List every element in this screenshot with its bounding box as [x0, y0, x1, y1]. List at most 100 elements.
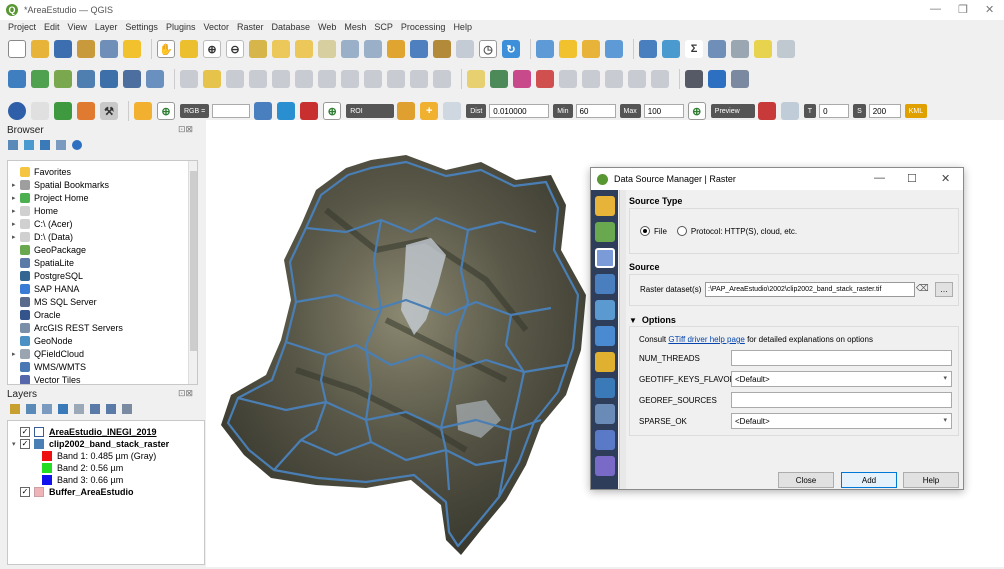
minimize-button[interactable]: — [930, 3, 941, 15]
refresh-browser-icon[interactable] [24, 140, 34, 150]
label-tool-icon[interactable] [467, 70, 485, 88]
show-layout-manager-icon[interactable] [100, 40, 118, 58]
browser-source-icon[interactable] [595, 196, 615, 216]
vector-source-icon[interactable] [595, 222, 615, 242]
manage-map-themes-icon[interactable] [42, 404, 52, 414]
cut-features-icon[interactable] [341, 70, 359, 88]
redo-icon[interactable] [433, 70, 451, 88]
postgresql-source-icon[interactable] [595, 430, 615, 450]
scp-rgb-list-icon[interactable] [134, 102, 152, 120]
scp-zoom-preview-icon[interactable]: ⊕ [687, 102, 706, 120]
browser-item[interactable]: WMS/WMTS [12, 361, 86, 373]
zoom-next-icon[interactable] [364, 40, 382, 58]
point-cloud-source-icon[interactable] [595, 300, 615, 320]
menu-layer[interactable]: Layer [95, 22, 118, 32]
change-label-icon[interactable] [651, 70, 669, 88]
scp-roi-pointer-icon[interactable] [300, 102, 319, 120]
browser-scrollbar[interactable] [188, 161, 197, 384]
expand-all-icon[interactable] [90, 404, 100, 414]
layer-visibility-checkbox[interactable]: ✓ [20, 426, 30, 437]
zoom-native-icon[interactable] [318, 40, 336, 58]
scp-zoom-roi-icon[interactable]: ⊕ [323, 102, 342, 120]
delimited-text-source-icon[interactable] [595, 326, 615, 346]
zoom-in-icon[interactable]: ⊕ [203, 40, 221, 58]
num-threads-input[interactable] [731, 350, 952, 366]
field-calculator-icon[interactable] [605, 40, 623, 58]
new-map-view-icon[interactable] [387, 40, 405, 58]
scp-kml-button[interactable]: KML [904, 104, 928, 118]
layer-labeling-icon[interactable] [490, 70, 508, 88]
collapse-all-icon[interactable] [56, 140, 66, 150]
menu-plugins[interactable]: Plugins [166, 22, 196, 32]
help-icon[interactable] [731, 70, 749, 88]
menu-project[interactable]: Project [8, 22, 36, 32]
properties-icon[interactable] [72, 140, 82, 150]
geotiff-keys-flavor-select[interactable]: <Default> ▾ [731, 371, 952, 387]
scp-contrast-icon[interactable] [254, 102, 273, 120]
scp-tools-icon[interactable]: ⚒ [100, 102, 118, 120]
dialog-minimize-button[interactable]: — [874, 172, 885, 184]
zoom-to-layer-icon[interactable] [295, 40, 313, 58]
raster-dataset-input[interactable]: :\PAP_AreaEstudio\2002\clip2002_band_sta… [705, 282, 915, 297]
scp-preprocessing-icon[interactable] [77, 102, 95, 120]
scp-redo-roi-icon[interactable] [443, 102, 462, 120]
save-project-icon[interactable] [54, 40, 72, 58]
expand-arrow-icon[interactable]: ▸ [12, 181, 20, 189]
text-annotation-icon[interactable] [777, 40, 795, 58]
scp-dock-icon[interactable] [31, 102, 49, 120]
browser-item[interactable]: ArcGIS REST Servers [12, 322, 123, 334]
geopackage-source-icon[interactable] [595, 352, 615, 372]
layer-visibility-checkbox[interactable]: ✓ [20, 438, 30, 449]
add-feature-icon[interactable] [249, 70, 267, 88]
vertex-tool-icon[interactable] [272, 70, 290, 88]
filter-by-expression-icon[interactable] [74, 404, 84, 414]
gps-source-icon[interactable] [595, 378, 615, 398]
add-layer-icon[interactable] [31, 70, 49, 88]
modify-attributes-icon[interactable] [295, 70, 313, 88]
gtiff-help-link[interactable]: GTiff driver help page [668, 335, 744, 344]
delete-selected-icon[interactable] [318, 70, 336, 88]
rotate-label-icon[interactable] [628, 70, 646, 88]
menu-raster[interactable]: Raster [237, 22, 264, 32]
add-spatialite-icon[interactable] [100, 70, 118, 88]
menu-mesh[interactable]: Mesh [344, 22, 366, 32]
menu-processing[interactable]: Processing [401, 22, 446, 32]
expand-arrow-icon[interactable]: ▸ [12, 194, 20, 202]
menu-edit[interactable]: Edit [44, 22, 60, 32]
undo-icon[interactable] [410, 70, 428, 88]
map-tips-icon[interactable] [754, 40, 772, 58]
menu-web[interactable]: Web [318, 22, 336, 32]
mesh-source-icon[interactable] [595, 274, 615, 294]
zoom-last-icon[interactable] [341, 40, 359, 58]
file-radio[interactable] [640, 226, 650, 236]
identify-features-icon[interactable] [536, 40, 554, 58]
current-edits-icon[interactable] [180, 70, 198, 88]
menu-settings[interactable]: Settings [125, 22, 158, 32]
browser-panel-controls-icon[interactable]: ⊡⊠ [178, 124, 193, 135]
digitize-icon[interactable] [8, 70, 26, 88]
open-project-icon[interactable] [31, 40, 49, 58]
pan-map-icon[interactable]: ✋ [157, 40, 175, 58]
menu-vector[interactable]: Vector [203, 22, 229, 32]
menu-help[interactable]: Help [453, 22, 472, 32]
help-button[interactable]: Help [903, 472, 959, 488]
remove-layer-icon[interactable] [122, 404, 132, 414]
new-print-layout-icon[interactable] [77, 40, 95, 58]
add-button[interactable]: Add [841, 472, 897, 488]
maximize-button[interactable]: ❐ [958, 3, 968, 16]
expand-arrow-icon[interactable]: ▾ [12, 440, 20, 448]
scp-s-input[interactable]: 200 [868, 104, 901, 118]
scp-rgb-combo[interactable] [212, 104, 251, 118]
dialog-maximize-button[interactable]: ☐ [907, 172, 917, 185]
virtual-layer-source-icon[interactable] [595, 456, 615, 476]
add-wms-icon[interactable] [123, 70, 141, 88]
scp-redo-preview-icon[interactable] [780, 102, 799, 120]
add-vector-icon[interactable] [54, 70, 72, 88]
add-delimited-icon[interactable] [77, 70, 95, 88]
plugin-tool-icon[interactable] [685, 70, 703, 88]
collapse-all-layers-icon[interactable] [106, 404, 116, 414]
browser-item[interactable]: ▸ D:\ (Data) [12, 231, 73, 243]
browser-item[interactable]: SAP HANA [12, 283, 79, 295]
highlight-pinned-labels-icon[interactable] [536, 70, 554, 88]
filter-legend-icon[interactable] [58, 404, 68, 414]
